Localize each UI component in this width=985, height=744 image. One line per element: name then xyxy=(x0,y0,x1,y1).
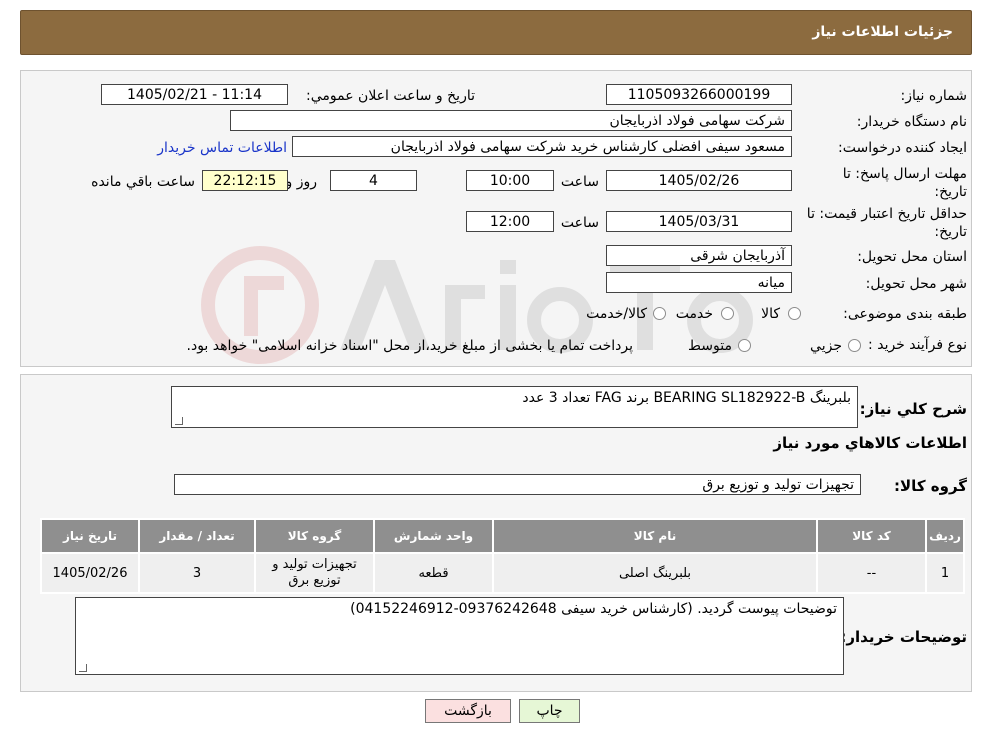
days-label: روز و xyxy=(285,174,318,190)
col-code: کد کالا xyxy=(816,518,927,554)
category-label: طبقه بندی موضوعی: xyxy=(843,306,967,322)
category-option-goods-service: کالا/خدمت xyxy=(586,306,647,322)
goods-group-field: تجهیزات تولید و توزیع برق xyxy=(174,474,861,495)
price-validity-time-field: 12:00 xyxy=(466,211,554,232)
print-button[interactable]: چاپ xyxy=(519,699,580,723)
col-row: رديف xyxy=(925,518,965,554)
cell-group-line2: توزیع برق xyxy=(288,573,341,588)
announce-datetime-label: تاریخ و ساعت اعلان عمومي: xyxy=(306,88,475,104)
days-remaining-field: 4 xyxy=(330,170,417,191)
buyer-contact-link[interactable]: اطلاعات تماس خريدار xyxy=(157,140,287,156)
category-radio-service[interactable] xyxy=(721,307,734,320)
page-title: جزئیات اطلاعات نیاز xyxy=(812,24,953,40)
price-validity-date-field: 1405/03/31 xyxy=(606,211,792,232)
buyer-org-field: شرکت سهامی فولاد اذربایجان xyxy=(230,110,792,131)
price-validity-time-label: ساعت xyxy=(560,215,599,231)
goods-group-label: گروه کالا: xyxy=(894,477,967,495)
buyer-notes-text: توضیحات پیوست گردید. (کارشناس خرید سیفی … xyxy=(350,601,837,617)
requester-field: مسعود سیفی افضلی کارشناس خرید شرکت سهامی… xyxy=(292,136,792,157)
category-option-goods: کالا xyxy=(761,306,780,322)
summary-text: بلبرینگ BEARING SL182922-B برند FAG تعدا… xyxy=(522,390,851,406)
purchase-type-option-medium: متوسط xyxy=(688,338,732,354)
cell-group-line1: تجهیزات تولید و xyxy=(272,557,357,572)
cell-qty: 3 xyxy=(138,552,256,594)
announce-datetime-field: 1405/02/21 - 11:14 xyxy=(101,84,288,105)
purchase-type-label: نوع فرآيند خريد : xyxy=(868,337,967,353)
purchase-type-radio-minor[interactable] xyxy=(848,339,861,352)
category-radio-goods[interactable] xyxy=(788,307,801,320)
col-group: گروه کالا xyxy=(254,518,375,554)
summary-label: شرح کلي نياز: xyxy=(859,400,967,418)
cell-date: 1405/02/26 xyxy=(40,552,140,594)
need-number-label: شماره نیاز: xyxy=(900,88,968,104)
category-radio-goods-service[interactable] xyxy=(653,307,666,320)
cell-name: بلبرینگ اصلی xyxy=(492,552,818,594)
resize-handle-icon[interactable] xyxy=(175,417,183,425)
purchase-type-option-minor: جزيي xyxy=(810,338,842,354)
col-name: نام کالا xyxy=(492,518,818,554)
col-unit: واحد شمارش xyxy=(373,518,494,554)
cell-code: -- xyxy=(816,552,927,594)
deadline-label-line2: تاريخ: xyxy=(934,184,967,200)
price-validity-label-line1: حداقل تاريخ اعتبار قيمت: تا xyxy=(806,206,967,222)
deadline-label-line1: مهلت ارسال پاسخ: تا xyxy=(842,166,967,182)
buyer-notes-label: توضيحات خريدار: xyxy=(840,628,967,646)
time-remaining-field: 22:12:15 xyxy=(202,170,288,191)
goods-info-title: اطلاعات کالاهاي مورد نياز xyxy=(773,434,967,452)
cell-unit: قطعه xyxy=(373,552,494,594)
deadline-date-field: 1405/02/26 xyxy=(606,170,792,191)
city-label: شهر محل تحويل: xyxy=(865,276,967,292)
deadline-time-label: ساعت xyxy=(560,174,599,190)
need-number-field: 1105093266000199 xyxy=(606,84,792,105)
col-qty: تعداد / مقدار xyxy=(138,518,256,554)
category-option-service: خدمت xyxy=(675,306,713,322)
buyer-notes-textarea[interactable]: توضیحات پیوست گردید. (کارشناس خرید سیفی … xyxy=(75,597,844,675)
table-row: 1 -- بلبرینگ اصلی قطعه تجهیزات تولید و ت… xyxy=(40,552,965,594)
cell-row: 1 xyxy=(925,552,965,594)
goods-table: رديف کد کالا نام کالا واحد شمارش گروه کا… xyxy=(40,518,965,594)
col-date: تاريخ نياز xyxy=(40,518,140,554)
time-remaining-label: ساعت باقي مانده xyxy=(91,174,195,190)
cell-group: تجهیزات تولید و توزیع برق xyxy=(254,552,375,594)
summary-textarea[interactable]: بلبرینگ BEARING SL182922-B برند FAG تعدا… xyxy=(171,386,858,428)
city-field: میانه xyxy=(606,272,792,293)
price-validity-label-line2: تاريخ: xyxy=(934,224,967,240)
buyer-org-label: نام دستگاه خريدار: xyxy=(856,114,967,130)
province-field: آذربایجان شرقی xyxy=(606,245,792,266)
treasury-note: پرداخت تمام يا بخشی از مبلغ خريد،از محل … xyxy=(186,338,633,354)
province-label: استان محل تحويل: xyxy=(857,249,967,265)
page-header: جزئیات اطلاعات نیاز xyxy=(20,10,972,55)
table-header-row: رديف کد کالا نام کالا واحد شمارش گروه کا… xyxy=(40,518,965,554)
back-button[interactable]: بازگشت xyxy=(425,699,511,723)
purchase-type-radio-medium[interactable] xyxy=(738,339,751,352)
deadline-time-field: 10:00 xyxy=(466,170,554,191)
resize-handle-icon[interactable] xyxy=(79,664,87,672)
requester-label: ايجاد کننده درخواست: xyxy=(838,140,967,156)
